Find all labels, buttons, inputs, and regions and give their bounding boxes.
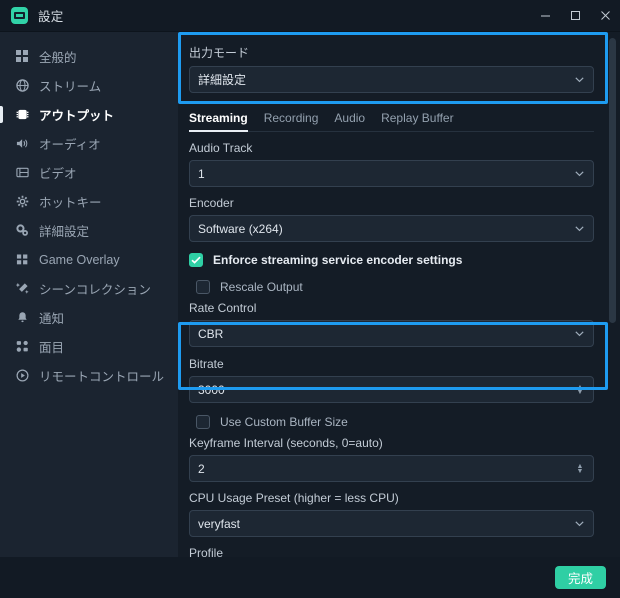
film-icon xyxy=(14,165,30,181)
main-scrollbar[interactable] xyxy=(609,38,616,551)
sidebar-item-label: シーンコレクション xyxy=(39,283,151,297)
speaker-icon xyxy=(14,136,30,152)
sidebar-item-advanced[interactable]: 詳細設定 xyxy=(0,216,178,245)
close-icon[interactable] xyxy=(590,0,620,32)
sidebar-item-hotkeys[interactable]: ホットキー xyxy=(0,187,178,216)
rescale-output-row[interactable]: Rescale Output xyxy=(196,280,594,294)
stepper-down-icon[interactable]: ▼ xyxy=(577,389,584,396)
sidebar-item-scene-collection[interactable]: シーンコレクション xyxy=(0,274,178,303)
rate-control-label: Rate Control xyxy=(189,301,257,315)
output-tabs: Streaming Recording Audio Replay Buffer xyxy=(189,106,594,132)
sidebar-item-label: 詳細設定 xyxy=(39,225,90,239)
rate-control-select[interactable]: CBR xyxy=(189,320,594,347)
stepper-down-icon[interactable]: ▼ xyxy=(577,468,584,475)
enforce-encoder-settings-label: Enforce streaming service encoder settin… xyxy=(213,253,463,267)
chevron-down-icon xyxy=(573,328,585,340)
stepper-icon[interactable]: ▲ ▼ xyxy=(575,463,585,475)
use-custom-buffer-row[interactable]: Use Custom Buffer Size xyxy=(196,415,594,429)
chevron-down-icon xyxy=(573,518,585,530)
sidebar-item-label: リモートコントロール xyxy=(39,370,165,384)
bell-icon xyxy=(14,310,30,326)
obs-app-icon xyxy=(11,7,28,24)
audio-track-select[interactable]: 1 xyxy=(189,160,594,187)
bitrate-value: 3000 xyxy=(198,382,225,397)
checkbox-checked-icon[interactable] xyxy=(189,253,203,267)
tab-replay-buffer[interactable]: Replay Buffer xyxy=(381,111,454,131)
sidebar-item-label: ホットキー xyxy=(39,196,102,210)
sidebar-item-game-overlay[interactable]: Game Overlay xyxy=(0,245,178,274)
checkbox-unchecked-icon[interactable] xyxy=(196,280,210,294)
sidebar-item-audio[interactable]: オーディオ xyxy=(0,129,178,158)
cpu-preset-select[interactable]: veryfast xyxy=(189,510,594,537)
window-body: 全般的 ストリーム アウトプット オーディオ ビデオ ホットキー 詳細設定 Ga… xyxy=(0,32,620,557)
keyframe-interval-label: Keyframe Interval (seconds, 0=auto) xyxy=(189,436,383,450)
encoder-value: Software (x264) xyxy=(198,221,283,236)
tab-streaming[interactable]: Streaming xyxy=(189,111,248,132)
settings-window: 設定 全般的 ストリーム アウトプット オーディオ ビデオ ホットキー 詳細設定… xyxy=(0,0,620,598)
stepper-icon[interactable]: ▲ ▼ xyxy=(575,384,585,396)
output-mode-value: 詳細設定 xyxy=(198,73,247,87)
sidebar-item-label: 通知 xyxy=(39,312,65,326)
grid-icon xyxy=(14,49,30,65)
sidebar-item-notifications[interactable]: 通知 xyxy=(0,303,178,332)
remote-icon xyxy=(14,368,30,384)
globe-icon xyxy=(14,78,30,94)
sidebar-item-label: 全般的 xyxy=(39,51,77,65)
sidebar-item-label: ビデオ xyxy=(39,167,77,181)
bitrate-input[interactable]: 3000 ▲ ▼ xyxy=(189,376,594,403)
sidebar-item-output[interactable]: アウトプット xyxy=(0,100,178,129)
encoder-select[interactable]: Software (x264) xyxy=(189,215,594,242)
scrollbar-thumb[interactable] xyxy=(609,38,616,323)
window-controls xyxy=(530,0,620,32)
minimize-icon[interactable] xyxy=(530,0,560,32)
profile-label: Profile xyxy=(189,546,224,557)
cpu-preset-value: veryfast xyxy=(198,516,241,531)
chevron-down-icon xyxy=(573,168,585,180)
settings-main-panel: 出力モード 詳細設定 Streaming Recording Audio Rep… xyxy=(178,32,620,557)
sidebar-item-label: 面目 xyxy=(39,341,65,355)
enforce-encoder-settings-row[interactable]: Enforce streaming service encoder settin… xyxy=(189,253,594,267)
keyframe-interval-value: 2 xyxy=(198,461,205,476)
output-mode-select[interactable]: 詳細設定 xyxy=(189,66,594,93)
dialog-footer: 完成 xyxy=(0,557,620,598)
output-mode-label: 出力モード xyxy=(189,46,250,60)
gear-icon xyxy=(14,194,30,210)
settings-scroll-content: 出力モード 詳細設定 Streaming Recording Audio Rep… xyxy=(178,32,620,557)
maximize-icon[interactable] xyxy=(560,0,590,32)
audio-track-value: 1 xyxy=(198,166,205,181)
sidebar-item-stream[interactable]: ストリーム xyxy=(0,71,178,100)
checkbox-unchecked-icon[interactable] xyxy=(196,415,210,429)
title-bar: 設定 xyxy=(0,0,620,32)
keyframe-interval-input[interactable]: 2 ▲ ▼ xyxy=(189,455,594,482)
encoder-label: Encoder xyxy=(189,196,234,210)
tab-audio[interactable]: Audio xyxy=(334,111,365,131)
sidebar-item-appearance[interactable]: 面目 xyxy=(0,332,178,361)
sidebar-item-video[interactable]: ビデオ xyxy=(0,158,178,187)
gears-icon xyxy=(14,223,30,239)
tab-recording[interactable]: Recording xyxy=(264,111,319,131)
apps-icon xyxy=(14,339,30,355)
sidebar-item-label: Game Overlay xyxy=(39,252,120,267)
bitrate-label: Bitrate xyxy=(189,357,224,371)
overlay-icon xyxy=(14,252,30,268)
sidebar-item-remote-control[interactable]: リモートコントロール xyxy=(0,361,178,390)
window-title: 設定 xyxy=(38,10,64,24)
audio-track-label: Audio Track xyxy=(189,141,253,155)
rescale-output-label: Rescale Output xyxy=(220,280,303,294)
use-custom-buffer-label: Use Custom Buffer Size xyxy=(220,415,348,429)
sidebar-item-general[interactable]: 全般的 xyxy=(0,42,178,71)
sidebar-item-label: ストリーム xyxy=(39,80,102,94)
settings-sidebar: 全般的 ストリーム アウトプット オーディオ ビデオ ホットキー 詳細設定 Ga… xyxy=(0,32,178,557)
rate-control-value: CBR xyxy=(198,326,224,341)
done-button[interactable]: 完成 xyxy=(554,566,606,589)
sidebar-item-label: オーディオ xyxy=(39,138,101,152)
chevron-down-icon xyxy=(573,223,585,235)
sidebar-item-label: アウトプット xyxy=(39,109,115,123)
chevron-down-icon xyxy=(573,74,585,86)
output-icon xyxy=(14,107,30,123)
cpu-preset-label: CPU Usage Preset (higher = less CPU) xyxy=(189,491,399,505)
sparkle-icon xyxy=(14,281,30,297)
